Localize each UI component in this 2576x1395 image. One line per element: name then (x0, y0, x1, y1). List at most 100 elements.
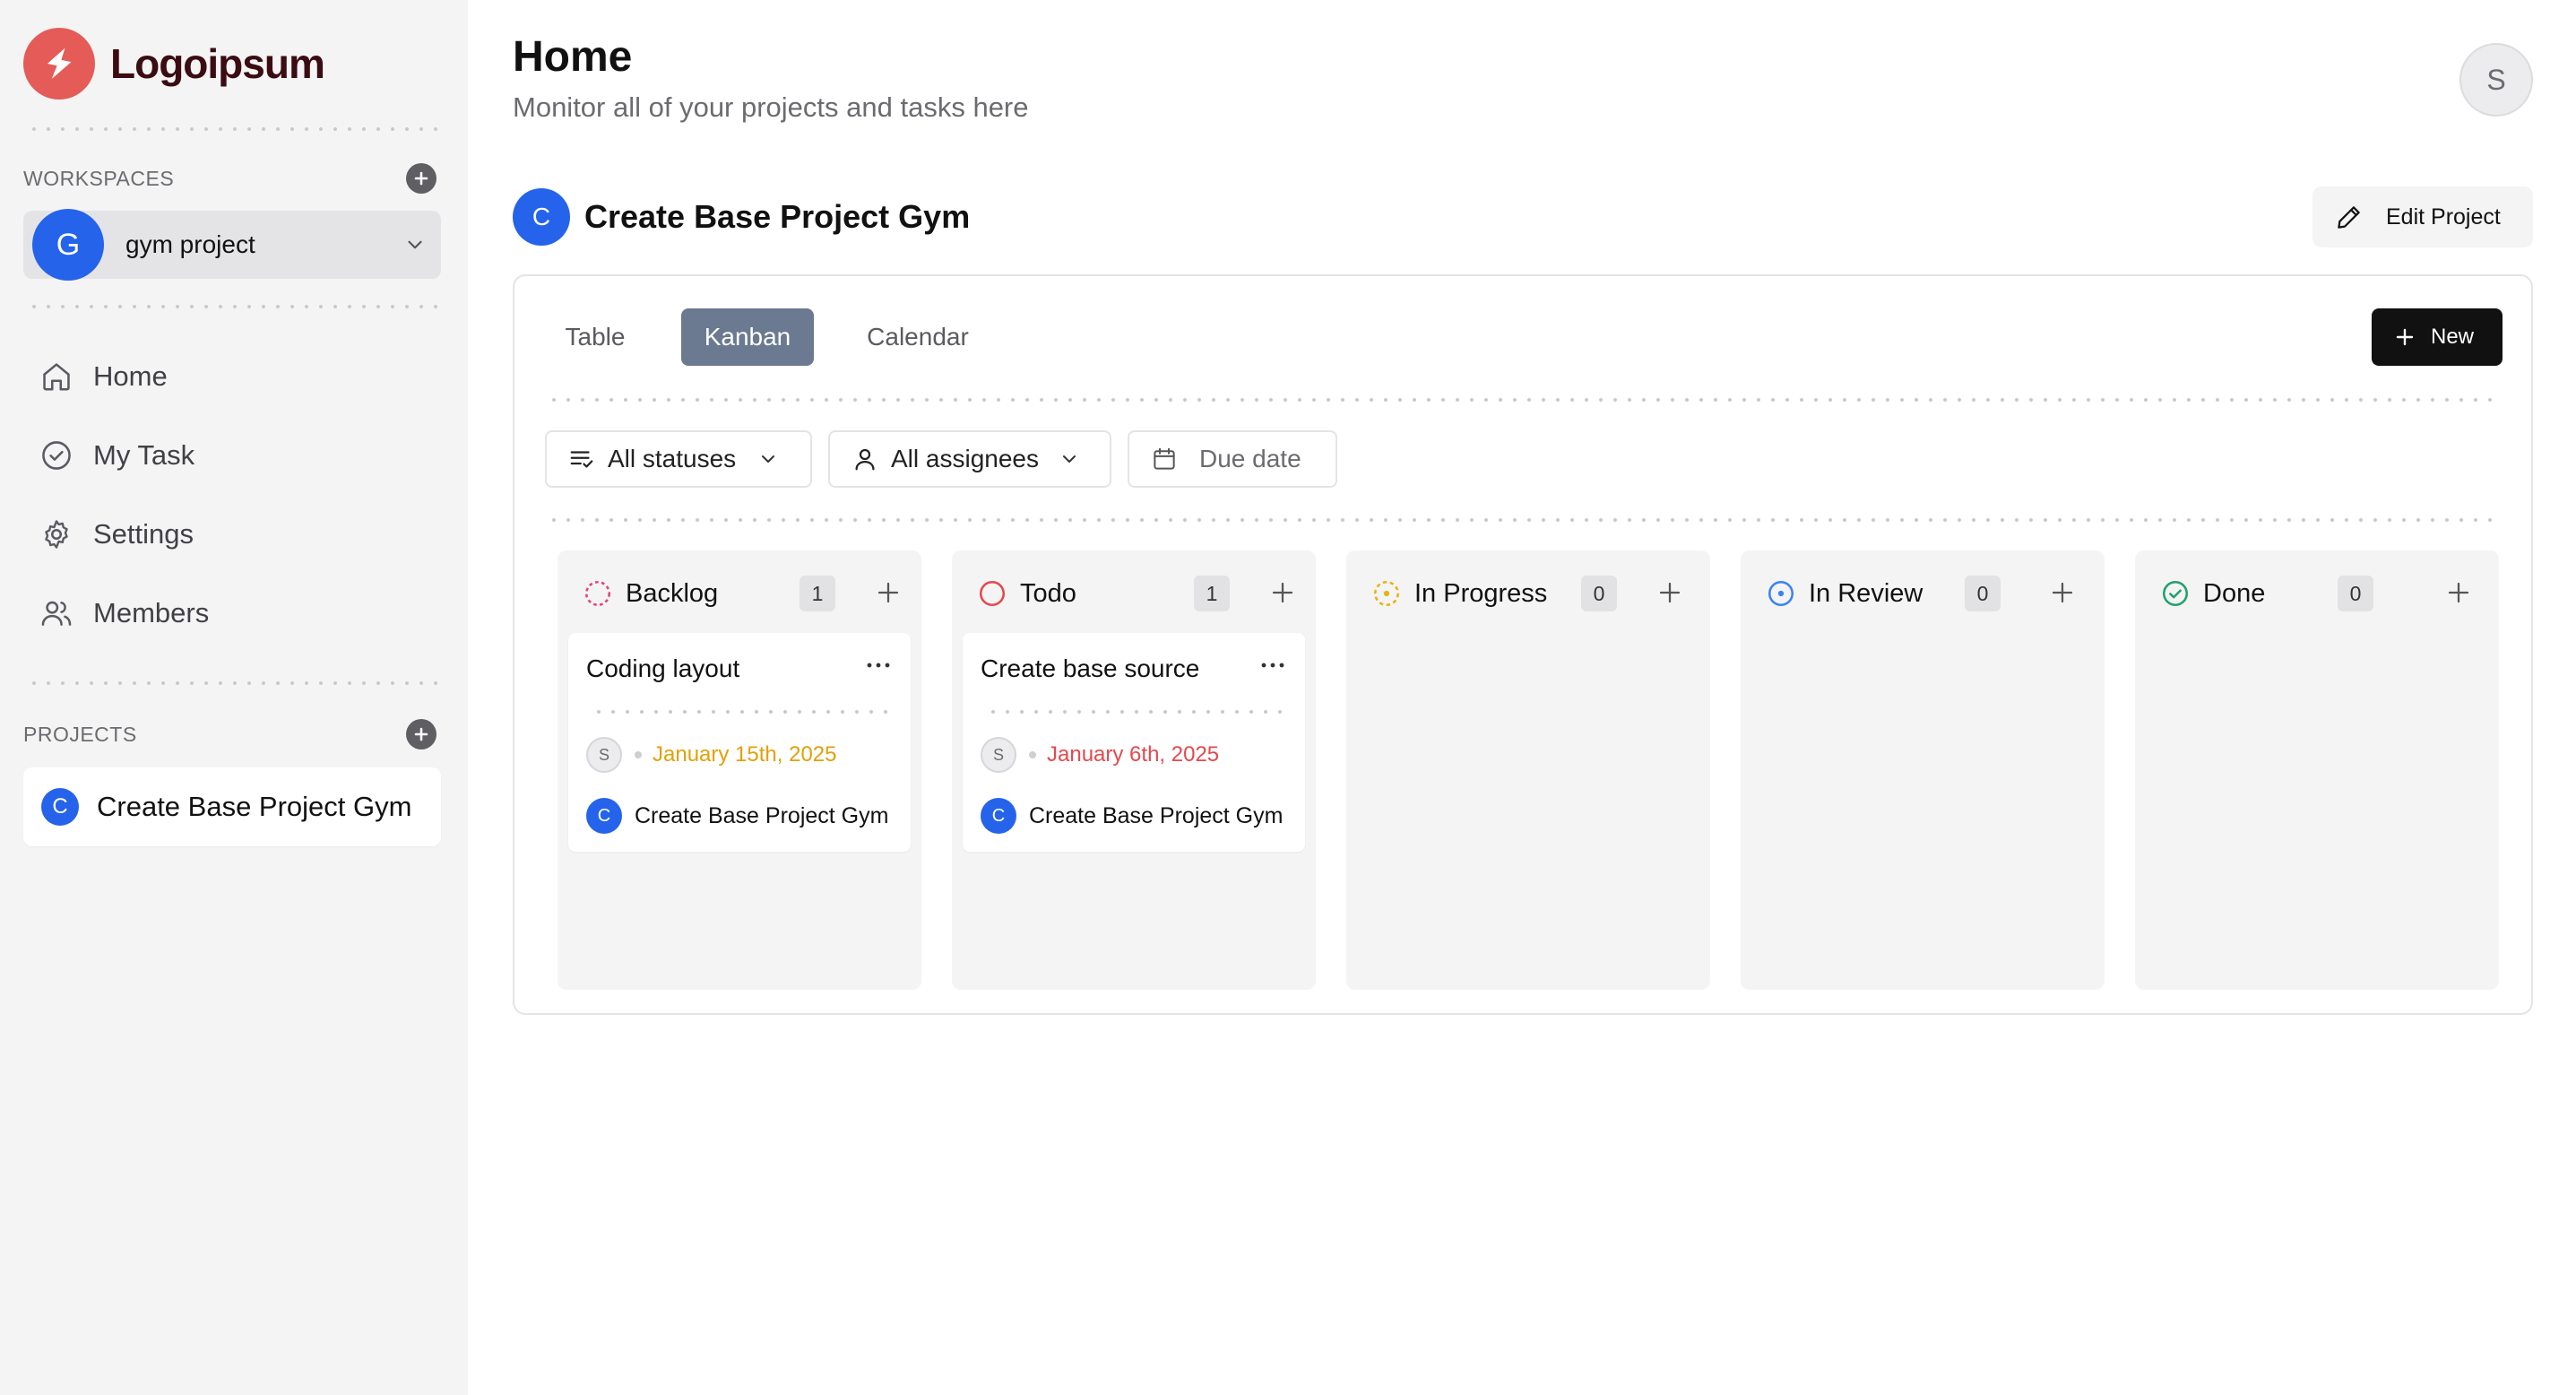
add-card-plus-icon[interactable] (1656, 579, 1683, 606)
divider (27, 305, 441, 308)
task-project-name: Create Base Project Gym (1029, 802, 1284, 828)
column-title: Todo (1020, 578, 1076, 608)
project-avatar: C (513, 188, 570, 246)
in-progress-status-icon (1373, 580, 1400, 607)
divider (592, 710, 887, 714)
page-title: Home (513, 33, 633, 81)
sidebar: Logoipsum WORKSPACES G gym project Home … (0, 0, 468, 1395)
add-project-button[interactable] (406, 719, 437, 749)
nav-label: Settings (93, 518, 194, 550)
add-card-plus-icon[interactable] (2445, 579, 2472, 606)
due-date: January 6th, 2025 (1047, 742, 1220, 767)
project-avatar: C (981, 798, 1016, 834)
divider (547, 398, 2501, 402)
separator-dot (635, 751, 642, 758)
workspace-switcher[interactable]: G gym project (23, 209, 441, 281)
more-horizontal-icon[interactable] (1258, 656, 1287, 674)
new-task-label: New (2431, 325, 2475, 349)
workspaces-label: WORKSPACES (23, 167, 175, 190)
status-filter[interactable]: All statuses (545, 430, 812, 488)
chevron-down-icon (408, 240, 422, 249)
status-filter-label: All statuses (608, 445, 737, 472)
new-task-button[interactable]: New (2372, 308, 2503, 366)
home-icon (43, 363, 70, 391)
nav-item-home[interactable]: Home (39, 351, 168, 402)
column-count: 0 (1965, 576, 2001, 611)
column-title: Done (2203, 578, 2266, 608)
column-count: 0 (1581, 576, 1617, 611)
assignee-avatar: S (981, 737, 1016, 773)
edit-project-button[interactable]: Edit Project (2312, 186, 2533, 247)
app-root: Logoipsum WORKSPACES G gym project Home … (0, 0, 2576, 1395)
nav-label: Members (93, 597, 210, 628)
edit-project-label: Edit Project (2386, 204, 2501, 230)
project-avatar: C (586, 798, 622, 834)
task-title: Coding layout (586, 654, 740, 682)
brand-logo[interactable]: Logoipsum (23, 28, 325, 100)
assignee-filter[interactable]: All assignees (828, 430, 1111, 488)
column-count: 0 (2338, 576, 2373, 611)
add-workspace-button[interactable] (406, 163, 437, 194)
column-in-review: In Review 0 (1741, 550, 2105, 990)
column-todo: Todo 1 Create base source S January 6th,… (952, 550, 1316, 990)
workspace-avatar: G (32, 209, 104, 281)
nav-item-members[interactable]: Members (39, 588, 209, 638)
check-circle-icon (42, 441, 71, 470)
calendar-icon (1154, 447, 1175, 470)
task-project: C Create Base Project Gym (981, 798, 1283, 834)
column-title: In Progress (1414, 578, 1548, 608)
project-header: C Create Base Project Gym (513, 188, 970, 246)
task-project-name: Create Base Project Gym (635, 802, 889, 828)
due-date: January 15th, 2025 (653, 742, 837, 767)
task-card[interactable]: Coding layout S January 15th, 2025 C Cre… (568, 633, 911, 852)
column-count: 1 (800, 576, 835, 611)
column-count: 1 (1194, 576, 1230, 611)
more-horizontal-icon[interactable] (864, 656, 893, 674)
tab-kanban[interactable]: Kanban (681, 308, 814, 366)
task-meta: S January 15th, 2025 (586, 737, 837, 773)
divider (986, 710, 1282, 714)
add-card-plus-icon[interactable] (875, 579, 902, 606)
project-name: Create Base Project Gym (97, 791, 412, 822)
add-card-plus-icon[interactable] (1269, 579, 1296, 606)
user-avatar[interactable]: S (2459, 43, 2533, 117)
plus-icon (2396, 328, 2414, 346)
task-project: C Create Base Project Gym (586, 798, 888, 834)
column-header: In Progress 0 (1371, 574, 1694, 613)
assignee-avatar: S (586, 737, 622, 773)
chevron-down-icon (762, 455, 775, 463)
divider (27, 127, 441, 131)
filter-list-icon (570, 451, 593, 468)
lightning-icon (23, 28, 95, 100)
task-meta: S January 6th, 2025 (981, 737, 1219, 773)
brand-name: Logoipsum (110, 40, 325, 87)
project-avatar: C (41, 788, 79, 826)
user-icon (855, 448, 875, 471)
column-title: Backlog (626, 578, 719, 608)
tab-calendar[interactable]: Calendar (848, 308, 988, 366)
add-card-plus-icon[interactable] (2049, 579, 2076, 606)
workspace-name: gym project (125, 230, 255, 258)
column-title: In Review (1809, 578, 1923, 608)
kanban-board: Table Kanban Calendar New All statuses A… (513, 274, 2533, 1015)
task-card[interactable]: Create base source S January 6th, 2025 C… (963, 633, 1305, 852)
nav-item-my-task[interactable]: My Task (39, 430, 194, 481)
page-subtitle: Monitor all of your projects and tasks h… (513, 91, 1029, 123)
task-title: Create base source (981, 654, 1200, 682)
project-title: Create Base Project Gym (584, 198, 971, 235)
due-date-filter[interactable]: Due date (1128, 430, 1337, 488)
divider (27, 681, 441, 685)
backlog-status-icon (584, 580, 611, 607)
divider (547, 518, 2501, 522)
nav-label: My Task (93, 439, 195, 471)
column-done: Done 0 (2135, 550, 2499, 990)
column-header: Backlog 1 (583, 574, 905, 613)
gear-icon (45, 520, 68, 549)
sidebar-project-item[interactable]: C Create Base Project Gym (23, 767, 441, 846)
todo-status-icon (979, 580, 1006, 607)
done-status-icon (2162, 580, 2189, 607)
tab-table[interactable]: Table (545, 308, 645, 366)
plus-icon (414, 171, 428, 186)
due-date-filter-label: Due date (1199, 445, 1301, 472)
nav-item-settings[interactable]: Settings (39, 509, 194, 559)
